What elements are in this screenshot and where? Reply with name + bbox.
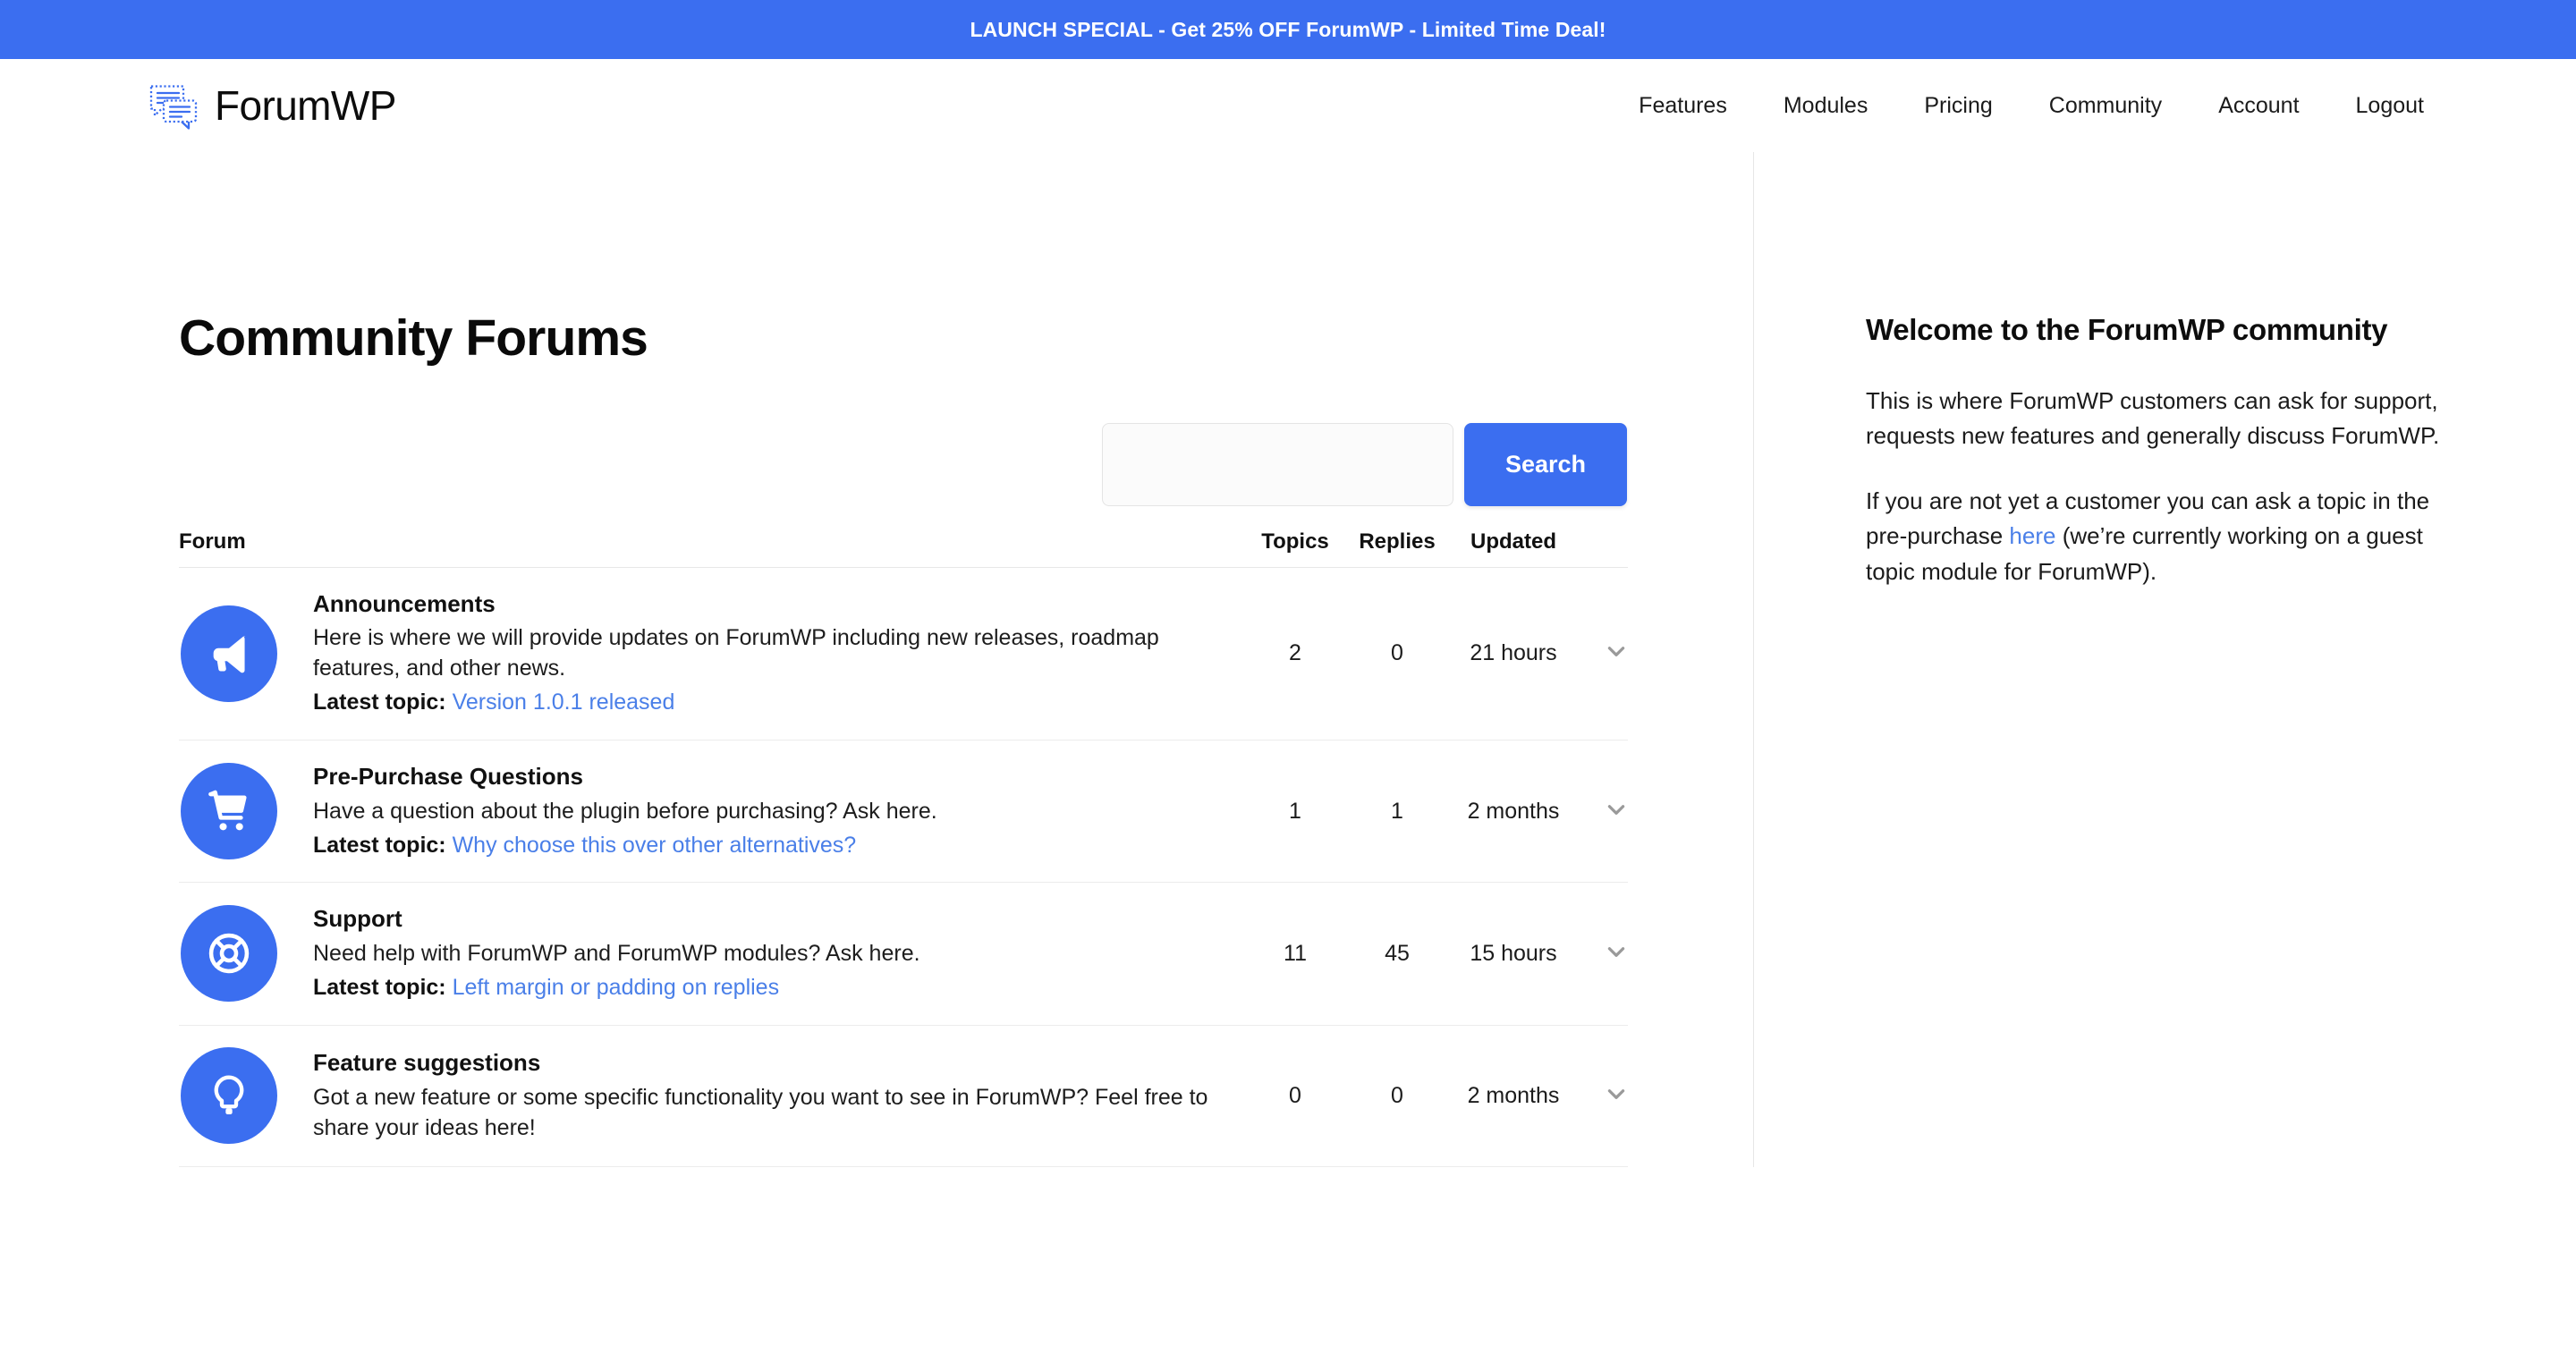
column-header-replies: Replies (1359, 529, 1436, 554)
row-expand-toggle[interactable] (1580, 798, 1628, 825)
nav-item-pricing[interactable]: Pricing (1924, 93, 1992, 119)
brand-logo-link[interactable]: ForumWP (148, 80, 396, 131)
cell-topics: 0 (1289, 1082, 1301, 1108)
chevron-down-icon (1605, 798, 1628, 821)
chevron-down-icon (1605, 940, 1628, 963)
page-body: Community Forums Search Forum Topics Rep… (0, 152, 2576, 1167)
nav-item-features[interactable]: Features (1639, 93, 1727, 119)
chevron-down-icon (1605, 1082, 1628, 1105)
row-expand-toggle[interactable] (1580, 940, 1628, 968)
forum-info: Announcements Here is where we will prov… (313, 589, 1220, 718)
nav-item-account[interactable]: Account (2218, 93, 2299, 119)
cell-topics: 1 (1289, 798, 1301, 824)
forum-search-form: Search (179, 422, 1628, 506)
forum-description: Have a question about the plugin before … (313, 798, 937, 824)
column-header-updated: Updated (1470, 529, 1556, 554)
forum-row-main: Pre-Purchase Questions Have a question a… (179, 762, 1243, 860)
cell-topics: 11 (1284, 940, 1307, 966)
brand-name: ForumWP (215, 82, 396, 129)
forum-table-header: Forum Topics Replies Updated (179, 529, 1628, 568)
cell-replies: 0 (1391, 640, 1403, 666)
life-ring-icon (181, 905, 277, 1003)
shopping-cart-icon (181, 763, 277, 860)
row-expand-toggle[interactable] (1580, 639, 1628, 667)
cell-updated: 2 months (1467, 1082, 1560, 1108)
forum-description: Need help with ForumWP and ForumWP modul… (313, 940, 920, 966)
cell-replies: 0 (1391, 1082, 1403, 1108)
search-input[interactable] (1102, 422, 1453, 506)
latest-topic-line: Latest topic: Why choose this over other… (313, 831, 1220, 861)
forum-name[interactable]: Announcements (313, 589, 1220, 619)
pre-purchase-here-link[interactable]: here (2009, 522, 2055, 549)
cell-updated: 15 hours (1470, 940, 1557, 966)
latest-topic-label: Latest topic: (313, 974, 446, 1000)
cell-replies: 45 (1385, 940, 1410, 966)
column-header-forum: Forum (179, 529, 246, 554)
sidebar-paragraph-1: This is where ForumWP customers can ask … (1866, 386, 2440, 450)
main-navigation: Features Modules Pricing Community Accou… (1639, 93, 2424, 119)
latest-topic-link[interactable]: Version 1.0.1 released (453, 690, 675, 715)
forum-name[interactable]: Pre-Purchase Questions (313, 762, 1220, 791)
latest-topic-label: Latest topic: (313, 832, 446, 858)
table-row[interactable]: Pre-Purchase Questions Have a question a… (179, 740, 1628, 884)
search-button[interactable]: Search (1464, 422, 1627, 506)
nav-item-logout[interactable]: Logout (2356, 93, 2424, 119)
forum-table: Forum Topics Replies Updated Announcemen… (179, 529, 1628, 1167)
table-row[interactable]: Feature suggestions Got a new feature or… (179, 1026, 1628, 1167)
chevron-down-icon (1605, 639, 1628, 663)
forum-name[interactable]: Support (313, 904, 1220, 934)
latest-topic-link[interactable]: Left margin or padding on replies (453, 975, 780, 1000)
cell-updated: 21 hours (1470, 640, 1557, 666)
forum-row-main: Support Need help with ForumWP and Forum… (179, 904, 1243, 1003)
sidebar-title: Welcome to the ForumWP community (1866, 313, 2388, 346)
forum-name[interactable]: Feature suggestions (313, 1048, 1220, 1078)
forum-info: Pre-Purchase Questions Have a question a… (313, 762, 1220, 860)
lightbulb-icon (181, 1047, 277, 1145)
forum-description: Here is where we will provide updates on… (313, 625, 1159, 681)
table-row[interactable]: Announcements Here is where we will prov… (179, 568, 1628, 741)
megaphone-icon (181, 605, 277, 702)
forum-description: Got a new feature or some specific funct… (313, 1084, 1208, 1140)
sidebar-paragraph-2: If you are not yet a customer you can as… (1866, 484, 2469, 590)
chat-bubbles-icon (148, 80, 199, 131)
forum-info: Support Need help with ForumWP and Forum… (313, 904, 1220, 1003)
column-header-topics: Topics (1261, 529, 1329, 554)
forum-info: Feature suggestions Got a new feature or… (313, 1048, 1220, 1143)
main-content: Community Forums Search Forum Topics Rep… (0, 152, 1753, 1167)
forum-row-main: Announcements Here is where we will prov… (179, 589, 1243, 718)
nav-item-modules[interactable]: Modules (1784, 93, 1868, 119)
sidebar: Welcome to the ForumWP community This is… (1753, 152, 2576, 1167)
latest-topic-link[interactable]: Why choose this over other alternatives? (453, 833, 857, 858)
cell-replies: 1 (1391, 798, 1403, 824)
cell-topics: 2 (1289, 640, 1301, 666)
forum-row-main: Feature suggestions Got a new feature or… (179, 1047, 1243, 1145)
page-title: Community Forums (179, 309, 648, 367)
latest-topic-line: Latest topic: Left margin or padding on … (313, 973, 1220, 1003)
promo-banner-text: LAUNCH SPECIAL - Get 25% OFF ForumWP - L… (970, 17, 1606, 41)
latest-topic-label: Latest topic: (313, 690, 446, 715)
latest-topic-line: Latest topic: Version 1.0.1 released (313, 688, 1220, 718)
row-expand-toggle[interactable] (1580, 1082, 1628, 1110)
table-row[interactable]: Support Need help with ForumWP and Forum… (179, 883, 1628, 1026)
promo-banner: LAUNCH SPECIAL - Get 25% OFF ForumWP - L… (0, 0, 2576, 59)
cell-updated: 2 months (1467, 798, 1560, 824)
site-header: ForumWP Features Modules Pricing Communi… (0, 59, 2576, 152)
nav-item-community[interactable]: Community (2049, 93, 2162, 119)
